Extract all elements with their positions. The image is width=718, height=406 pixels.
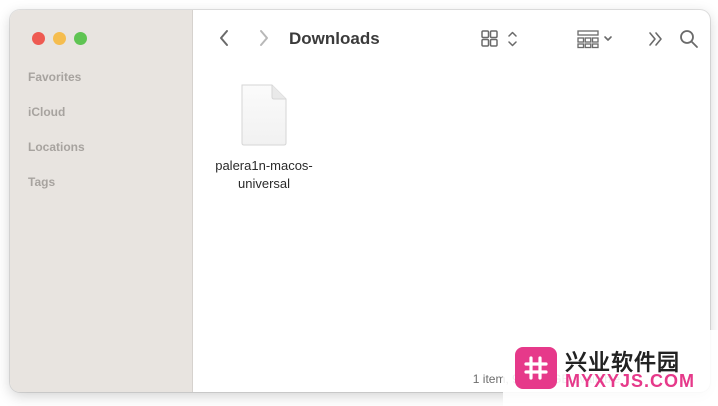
grid-view-icon	[481, 30, 517, 47]
sidebar-section-locations[interactable]: Locations	[28, 141, 85, 176]
watermark: 兴业软件园 MYXYJS.COM	[503, 330, 718, 406]
hash-icon	[524, 356, 548, 380]
search-icon	[680, 30, 698, 48]
sidebar-section-icloud[interactable]: iCloud	[28, 106, 85, 141]
toolbar: Downloads	[193, 10, 710, 66]
sidebar-section-tags[interactable]: Tags	[28, 176, 85, 211]
close-button[interactable]	[32, 32, 45, 45]
file-name: palera1n-macos-universal	[215, 158, 313, 191]
sidebar-sections: Favorites iCloud Locations Tags	[28, 71, 85, 211]
view-mode-button[interactable]	[480, 28, 522, 50]
document-icon	[241, 84, 287, 146]
sidebar-section-favorites[interactable]: Favorites	[28, 71, 85, 106]
watermark-logo-icon	[515, 347, 557, 389]
zoom-button[interactable]	[74, 32, 87, 45]
double-chevron-right-icon	[649, 32, 662, 46]
watermark-domain: MYXYJS.COM	[565, 371, 696, 391]
search-button[interactable]	[677, 27, 701, 51]
window-title: Downloads	[289, 29, 380, 48]
sidebar: Favorites iCloud Locations Tags	[10, 10, 193, 392]
window-controls	[32, 32, 87, 45]
back-button[interactable]	[213, 27, 235, 49]
chevron-left-icon	[220, 30, 228, 46]
forward-button[interactable]	[253, 27, 275, 49]
minimize-button[interactable]	[53, 32, 66, 45]
more-toolbar-button[interactable]	[645, 28, 667, 50]
group-by-button[interactable]	[576, 28, 618, 50]
group-icon	[577, 30, 612, 49]
chevron-right-icon	[260, 30, 268, 46]
file-item[interactable]: palera1n-macos-universal	[202, 83, 326, 193]
